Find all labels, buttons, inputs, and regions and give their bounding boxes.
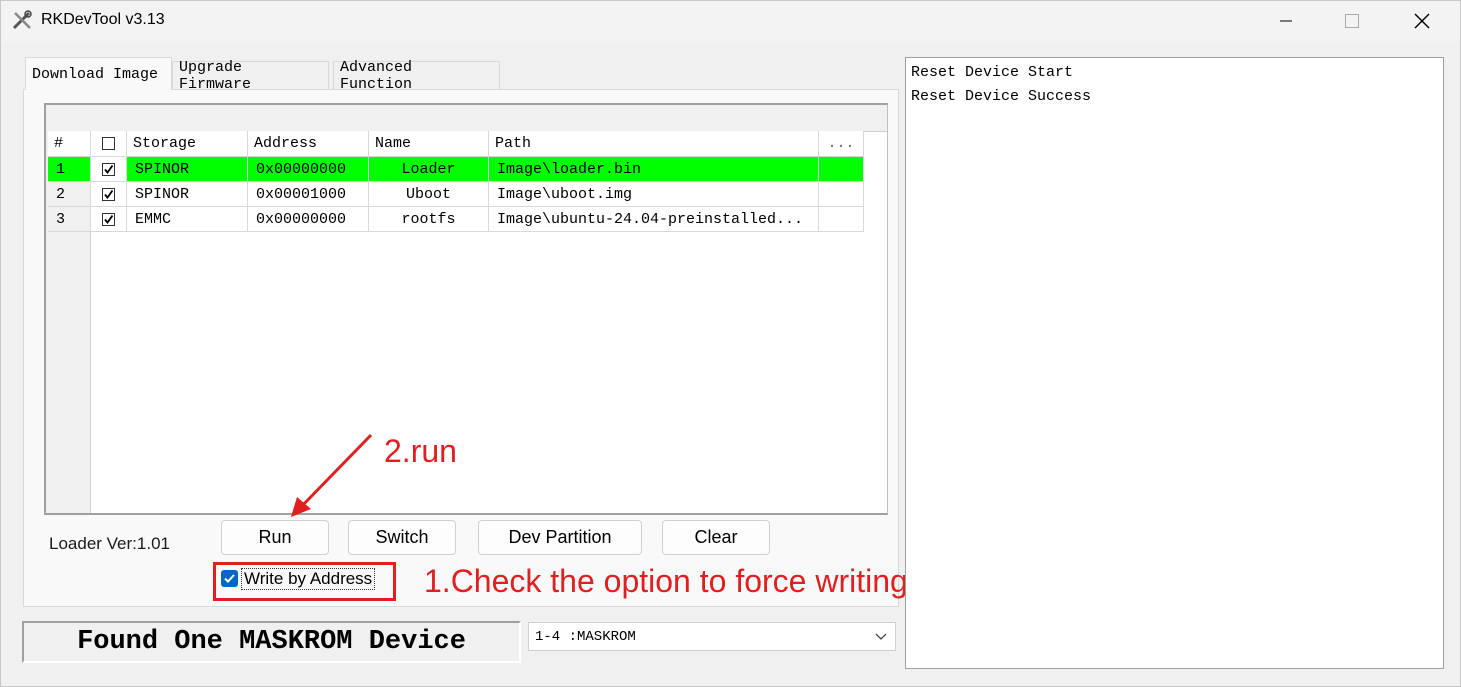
row-checkbox[interactable] [102,162,115,176]
tab-upgrade-firmware[interactable]: Upgrade Firmware [172,59,329,93]
switch-button[interactable]: Switch [348,520,456,555]
cell-browse[interactable] [819,207,864,232]
row-checkbox-cell[interactable] [91,157,127,182]
tab-advanced-function[interactable]: Advanced Function [333,59,500,93]
tab-download-image[interactable]: Download Image [25,57,172,90]
column-header-number[interactable]: # [48,131,91,157]
cell-browse[interactable] [819,157,864,182]
close-icon [1414,13,1430,29]
row-checkbox-cell[interactable] [91,182,127,207]
tools-icon [11,9,33,31]
cell-storage: SPINOR [127,157,248,182]
write-by-address-label[interactable]: Write by Address [241,568,376,590]
column-header-select-all[interactable] [91,131,127,157]
row-checkbox[interactable] [102,212,115,226]
row-number: 3 [48,207,91,232]
column-header-name[interactable]: Name [369,131,489,157]
checkmark-icon [224,574,235,583]
run-button[interactable]: Run [221,520,329,555]
write-by-address-checkbox[interactable] [221,570,238,587]
cell-path[interactable]: Image\loader.bin [489,157,819,182]
cell-name[interactable]: Uboot [369,182,489,207]
column-header-storage[interactable]: Storage [127,131,248,157]
status-message: Found One MASKROM Device [22,621,521,663]
window-title: RKDevTool v3.13 [41,11,165,28]
cell-address[interactable]: 0x00000000 [248,157,369,182]
column-header-address[interactable]: Address [248,131,369,157]
log-panel[interactable]: Reset Device Start Reset Device Success [905,57,1444,669]
column-header-browse[interactable]: ... [819,131,864,157]
image-list[interactable]: # Storage Address Name Path ... 1 SPINOR… [44,103,888,515]
close-button[interactable] [1387,1,1457,41]
cell-name[interactable]: Loader [369,157,489,182]
minimize-button[interactable] [1251,1,1321,41]
checkmark-icon [104,164,114,174]
clear-button[interactable]: Clear [662,520,770,555]
maximize-button[interactable] [1317,1,1387,41]
maximize-icon [1345,14,1359,28]
device-select-value: 1-4 :MASKROM [535,628,636,645]
loader-version-label: Loader Ver:1.01 [49,534,170,553]
checkmark-icon [104,189,114,199]
cell-storage: SPINOR [127,182,248,207]
annotation-arrow-icon [291,433,373,517]
cell-address[interactable]: 0x00000000 [248,207,369,232]
select-all-checkbox[interactable] [102,137,115,150]
device-select[interactable]: 1-4 :MASKROM [528,622,896,651]
checkmark-icon [104,214,114,224]
cell-browse[interactable] [819,182,864,207]
row-number: 2 [48,182,91,207]
cell-path[interactable]: Image\ubuntu-24.04-preinstalled... [489,207,819,232]
title-bar: RKDevTool v3.13 [1,1,1460,41]
row-checkbox[interactable] [102,187,115,201]
log-line: Reset Device Start [911,64,1074,81]
list-top-band [46,105,887,132]
app-window: RKDevTool v3.13 Download Image Upgrade F… [0,0,1461,687]
cell-path[interactable]: Image\uboot.img [489,182,819,207]
cell-storage: EMMC [127,207,248,232]
cell-name[interactable]: rootfs [369,207,489,232]
dev-partition-button[interactable]: Dev Partition [478,520,642,555]
row-number: 1 [48,157,91,182]
column-header-path[interactable]: Path [489,131,819,157]
chevron-down-icon [875,633,887,640]
annotation-step-2: 2.run [384,433,457,469]
cell-address[interactable]: 0x00001000 [248,182,369,207]
log-line: Reset Device Success [911,88,1092,105]
minimize-icon [1280,20,1292,22]
row-checkbox-cell[interactable] [91,207,127,232]
